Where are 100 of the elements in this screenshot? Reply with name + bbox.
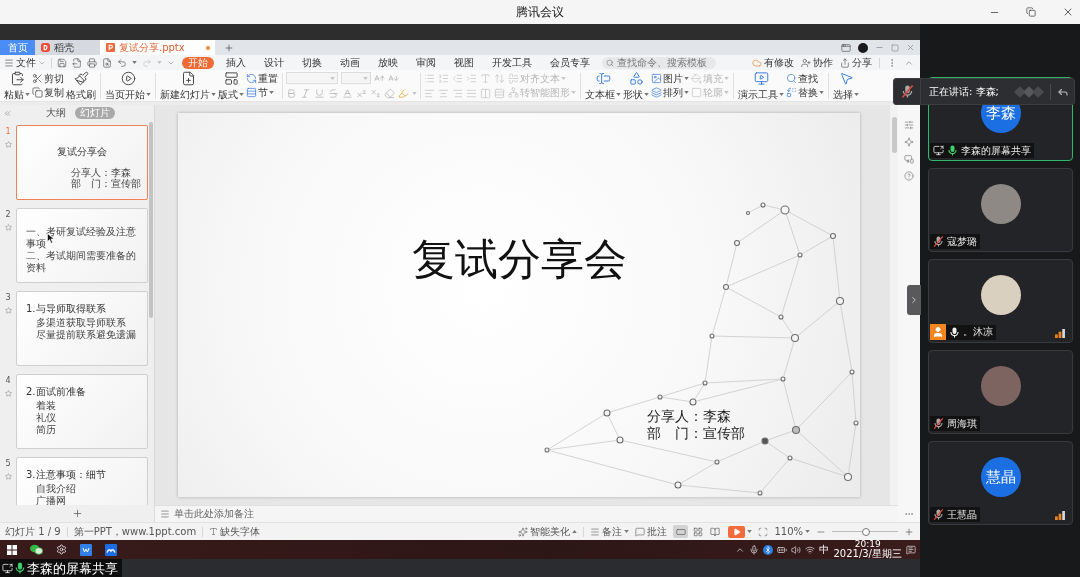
- highlighter-icon[interactable]: [398, 87, 409, 99]
- menu-tab[interactable]: 开发工具: [486, 56, 538, 69]
- menu-tab[interactable]: 会员专享: [544, 56, 596, 69]
- photo-placeholder: [980, 275, 1021, 315]
- shapes-icon: [628, 70, 644, 86]
- corner-brackets-icon[interactable]: [758, 526, 769, 537]
- store-tab[interactable]: 稻壳: [35, 40, 100, 55]
- notes-input[interactable]: 单击此处添加备注: [174, 508, 898, 520]
- wifi-icon[interactable]: [805, 544, 816, 555]
- settings-icon[interactable]: [56, 544, 67, 555]
- layout-icon: [223, 70, 239, 86]
- section-button[interactable]: 节: [245, 85, 279, 100]
- menu-tab[interactable]: 设计: [258, 56, 290, 69]
- vertical-scrollbar[interactable]: [890, 105, 898, 505]
- copy-button[interactable]: 复制: [31, 85, 65, 100]
- menu-tab[interactable]: 视图: [448, 56, 480, 69]
- windows-logo-icon[interactable]: [7, 544, 17, 555]
- microphone-icon[interactable]: [749, 544, 760, 555]
- notes-field[interactable]: 单击此处添加备注: [155, 505, 898, 522]
- search-input[interactable]: 查找命令、搜索模板: [617, 56, 712, 69]
- close-icon[interactable]: [1062, 6, 1074, 18]
- select-button[interactable]: 选择: [832, 70, 860, 101]
- shapes-button[interactable]: 形状: [622, 70, 650, 101]
- plus-icon[interactable]: [904, 526, 914, 537]
- format-painter-button[interactable]: 格式刷: [65, 70, 97, 101]
- slide-number: 4: [5, 376, 11, 385]
- new-slide-button[interactable]: 新建幻灯片: [159, 70, 217, 101]
- window-icon[interactable]: [841, 42, 851, 53]
- slide-thumbnail[interactable]: 复试分享会 分享人：李森 部 门：宣传部: [16, 125, 148, 200]
- search-field[interactable]: 查找命令、搜索模板: [602, 56, 716, 69]
- help-icon[interactable]: [904, 171, 914, 181]
- reset-button[interactable]: 重置: [245, 71, 279, 86]
- changes-button[interactable]: 有修改: [752, 56, 794, 69]
- slider-thumb[interactable]: [862, 527, 871, 536]
- file-export-icon[interactable]: [72, 57, 82, 68]
- sparkle-icon[interactable]: [904, 137, 914, 147]
- chevrons-left-icon[interactable]: [3, 108, 12, 118]
- find-button[interactable]: 查找: [785, 71, 825, 86]
- slide-number: 3: [5, 293, 11, 302]
- slide-thumbnail[interactable]: 1.与导师取得联系 多渠道获取导师联系 尽量提前联系避免遗漏: [16, 291, 148, 366]
- play-from-current-button[interactable]: 当页开始: [104, 70, 152, 101]
- panel-toggle-button[interactable]: [907, 285, 921, 315]
- undo-icon[interactable]: [117, 57, 127, 68]
- scissors-icon: [32, 73, 43, 84]
- chat-app-icon[interactable]: [30, 544, 43, 555]
- slide-thumbnail[interactable]: 2.面试前准备 着装 礼仪 简历: [16, 374, 148, 449]
- reading-view-button[interactable]: [707, 525, 723, 538]
- zoom-level-button[interactable]: 110%: [774, 525, 810, 538]
- slide-thumbnail[interactable]: 3.注意事项：细节 自我介绍 广播网: [16, 457, 148, 505]
- diagram-icon: [508, 87, 519, 98]
- slide-thumbnail[interactable]: 一、考研复试经验及注意事项 二、考试期间需要准备的资料: [16, 208, 148, 283]
- layout-button[interactable]: 版式: [217, 70, 245, 101]
- text-box-button[interactable]: 文本框: [584, 70, 622, 101]
- avatar-icon[interactable]: [858, 42, 868, 53]
- file-menu[interactable]: 文件: [4, 56, 46, 69]
- devices-icon[interactable]: [904, 154, 914, 164]
- app-icon[interactable]: [80, 543, 92, 556]
- file-search-icon[interactable]: [102, 57, 112, 68]
- share-button[interactable]: 分享: [840, 56, 872, 69]
- app-logo-icon: [41, 43, 50, 52]
- menu-tab[interactable]: 切换: [296, 56, 328, 69]
- save-icon[interactable]: [57, 57, 67, 68]
- normal-view-button[interactable]: [673, 525, 689, 538]
- restore-icon[interactable]: [1026, 7, 1036, 17]
- node-dot: [722, 283, 730, 291]
- presentation-tools-button[interactable]: 演示工具: [737, 70, 785, 101]
- zoom-slider[interactable]: [832, 527, 898, 536]
- picture-button[interactable]: 图片: [650, 71, 690, 86]
- menu-tab[interactable]: 审阅: [410, 56, 442, 69]
- redo-icon[interactable]: [142, 57, 152, 68]
- play-button[interactable]: [728, 525, 746, 538]
- print-icon[interactable]: [87, 57, 97, 68]
- missing-fonts-button[interactable]: 缺失字体: [209, 525, 261, 538]
- input-method-indicator[interactable]: 中: [819, 543, 830, 556]
- app-icon[interactable]: [105, 543, 117, 556]
- collaborate-button[interactable]: 协作: [801, 56, 833, 69]
- beautify-button[interactable]: 智能美化: [518, 525, 578, 538]
- cut-button[interactable]: 剪切: [31, 71, 65, 86]
- replace-button[interactable]: 替换: [785, 85, 825, 100]
- plus-icon[interactable]: [224, 42, 234, 53]
- arrange-button[interactable]: 排列: [650, 85, 690, 100]
- volume-icon[interactable]: [791, 544, 802, 555]
- bluetooth-icon[interactable]: [763, 544, 774, 555]
- notification-icon[interactable]: [906, 544, 916, 555]
- maximize-icon[interactable]: [891, 43, 899, 52]
- notes-button[interactable]: 备注: [590, 525, 630, 538]
- plus-icon[interactable]: [71, 508, 83, 519]
- battery-icon[interactable]: [777, 544, 788, 555]
- refresh-icon: [246, 73, 257, 84]
- comments-button[interactable]: 批注: [635, 525, 668, 538]
- sliders-icon[interactable]: [904, 120, 914, 130]
- caret-icon: [132, 61, 137, 64]
- menu-tab[interactable]: 插入: [220, 56, 252, 69]
- slide-text: 分享人：李森: [647, 408, 731, 425]
- menu-tab[interactable]: 动画: [334, 56, 366, 69]
- panel-tab[interactable]: 大纲: [41, 107, 71, 119]
- menu-tab[interactable]: 放映: [372, 56, 404, 69]
- document-tab[interactable]: 复试分享.pptx: [100, 40, 215, 55]
- paste-button[interactable]: 粘贴: [3, 70, 31, 101]
- participant-name: 周海琪: [947, 417, 977, 430]
